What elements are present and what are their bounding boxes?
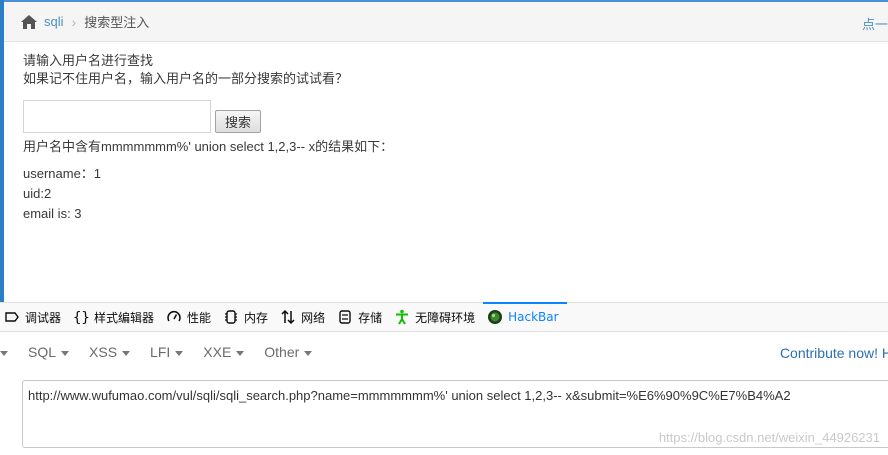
tab-memory[interactable]: 内存 <box>219 303 276 332</box>
page-area: sqli › 搜索型注入 点一 请输入用户名进行查找 如果记不住用户名，输入用户… <box>0 0 888 302</box>
chevron-right-icon: › <box>71 13 77 30</box>
accessibility-icon <box>394 309 410 325</box>
chevron-down-icon <box>304 350 313 356</box>
chevron-down-icon <box>175 350 184 356</box>
result-email: email is: 3 <box>23 206 82 221</box>
menu-lfi[interactable]: LFI <box>150 344 184 360</box>
tab-label: 无障碍环境 <box>415 310 476 325</box>
page-content: 请输入用户名进行查找 如果记不住用户名，输入用户名的一部分搜索的试试看？ <box>23 52 883 88</box>
chip-icon <box>223 309 239 325</box>
watermark: https://blog.csdn.net/weixin_44926231 <box>658 430 880 445</box>
menu-label: Other <box>264 344 300 360</box>
tab-label: 性能 <box>187 310 212 325</box>
arrows-updown-icon <box>280 309 296 325</box>
left-accent-bar <box>0 0 4 302</box>
chevron-down-icon[interactable] <box>0 350 8 356</box>
tab-network[interactable]: 网络 <box>276 303 333 332</box>
instruction-line-1: 请输入用户名进行查找 <box>23 53 154 68</box>
chevron-down-icon <box>61 350 70 356</box>
gauge-icon <box>166 309 182 325</box>
result-heading: 用户名中含有mmmmmmm%' union select 1,2,3-- x的结… <box>23 139 394 154</box>
breadcrumb: sqli › 搜索型注入 点一 <box>4 2 888 42</box>
result-username: username：1 <box>23 166 102 181</box>
username-search-input[interactable] <box>23 100 211 133</box>
home-icon[interactable] <box>20 14 38 30</box>
search-form: 搜索 <box>23 100 261 133</box>
breadcrumb-current: 搜索型注入 <box>84 15 150 30</box>
debugger-icon <box>4 309 20 325</box>
chevron-down-icon <box>236 350 245 356</box>
chevron-down-icon <box>122 350 131 356</box>
breadcrumb-home-link[interactable]: sqli <box>44 14 64 29</box>
tab-debugger[interactable]: 调试器 <box>0 303 69 332</box>
tab-storage[interactable]: 存储 <box>333 303 390 332</box>
tab-hackbar[interactable]: HackBar <box>483 301 568 332</box>
menu-xxe[interactable]: XXE <box>203 344 245 360</box>
menu-label: XSS <box>89 344 118 360</box>
storage-icon <box>337 309 353 325</box>
tab-accessibility[interactable]: 无障碍环境 <box>390 303 483 332</box>
tab-performance[interactable]: 性能 <box>162 303 219 332</box>
tab-label: 存储 <box>358 310 383 325</box>
braces-icon: {} <box>73 309 90 326</box>
tab-style-editor[interactable]: {} 样式编辑器 <box>69 303 162 332</box>
menu-sql[interactable]: SQL <box>28 344 70 360</box>
devtools-toolbar: 调试器 {} 样式编辑器 性能 内存 网络 存储 无障碍环境 HackBar <box>0 301 888 332</box>
hackbar-icon <box>487 309 503 325</box>
menu-label: LFI <box>150 344 171 360</box>
tab-label: 内存 <box>244 310 269 325</box>
result-uid: uid:2 <box>23 186 52 201</box>
hackbar-menu: SQL XSS LFI XXE Other Contribute now! H <box>0 333 888 371</box>
search-button[interactable]: 搜索 <box>215 110 261 133</box>
menu-other[interactable]: Other <box>264 344 313 360</box>
tab-label: HackBar <box>508 310 559 324</box>
result-list: username：1 uid:2 email is: 3 <box>23 164 101 224</box>
menu-label: SQL <box>28 344 57 360</box>
menu-label: XXE <box>203 344 232 360</box>
contribute-link[interactable]: Contribute now! H <box>780 345 888 361</box>
menu-xss[interactable]: XSS <box>89 344 131 360</box>
tab-label: 调试器 <box>25 310 62 325</box>
tab-label: 样式编辑器 <box>94 310 155 325</box>
svg-text:{}: {} <box>73 310 89 325</box>
breadcrumb-right-link[interactable]: 点一 <box>862 14 888 33</box>
instruction-line-2: 如果记不住用户名，输入用户名的一部分搜索的试试看？ <box>23 71 349 86</box>
tab-label: 网络 <box>301 310 326 325</box>
